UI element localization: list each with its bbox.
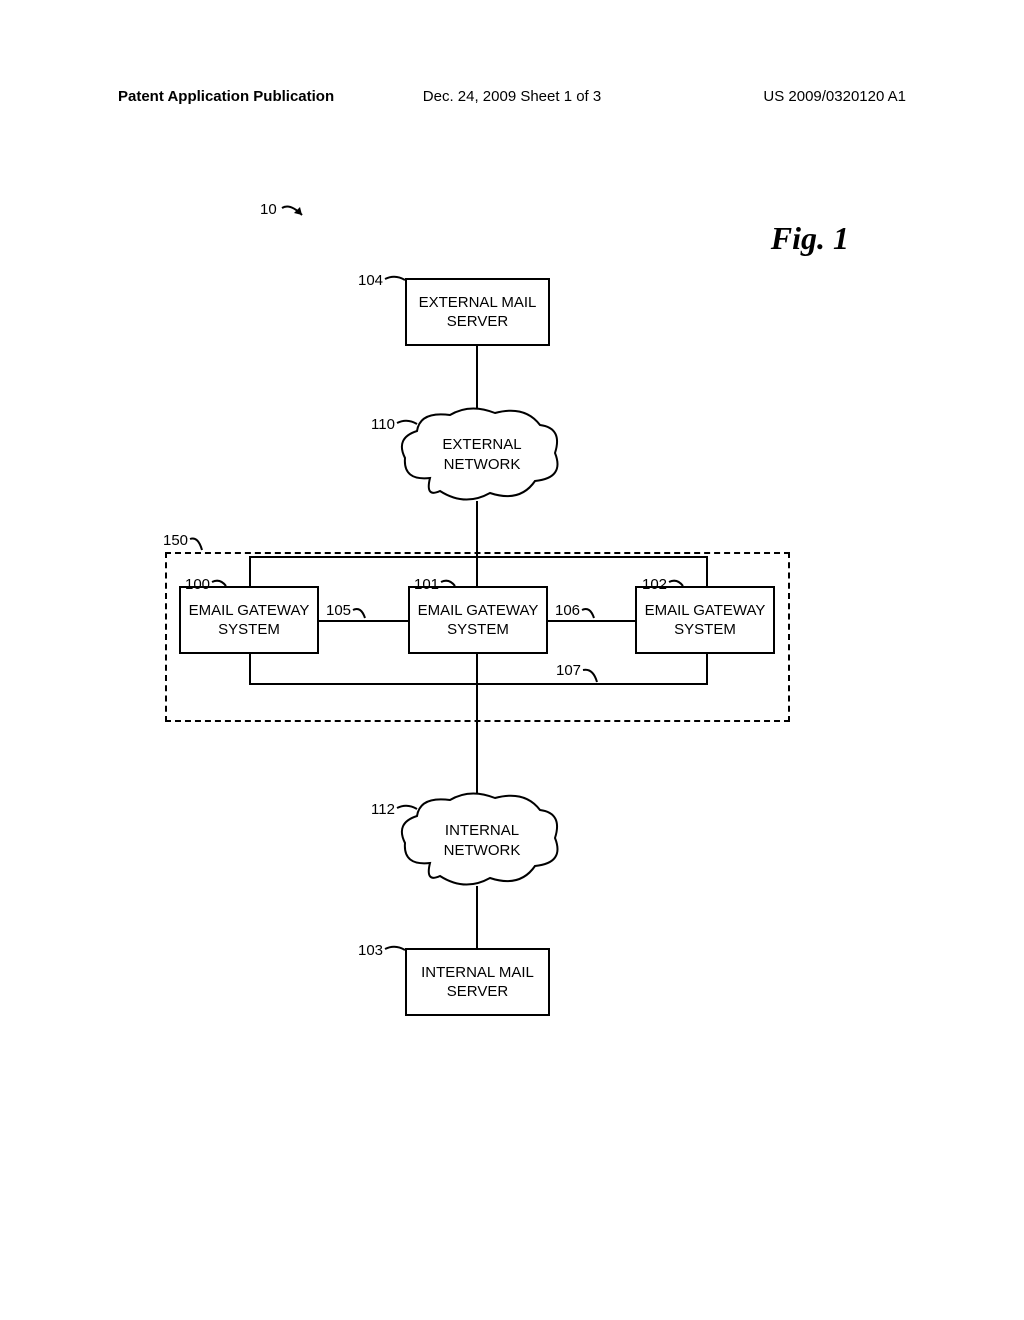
connector-line bbox=[476, 501, 478, 557]
callout-106 bbox=[580, 604, 600, 622]
external-mail-server-label: EXTERNAL MAIL SERVER bbox=[419, 293, 537, 332]
ref-label-102: 102 bbox=[642, 576, 667, 593]
header-patent-number: US 2009/0320120 A1 bbox=[763, 88, 906, 105]
external-mail-server-box: EXTERNAL MAIL SERVER bbox=[405, 278, 550, 346]
callout-150 bbox=[188, 532, 208, 554]
ref-label-106: 106 bbox=[555, 602, 580, 619]
ref-label-104: 104 bbox=[358, 272, 383, 289]
page-header: Patent Application Publication Dec. 24, … bbox=[0, 88, 1024, 105]
system-diagram: 10 EXTERNAL MAIL SERVER 104 EXTERNAL NET… bbox=[115, 198, 905, 1178]
ref-label-100: 100 bbox=[185, 576, 210, 593]
callout-112 bbox=[395, 801, 421, 817]
internal-mail-server-label: INTERNAL MAIL SERVER bbox=[421, 963, 534, 1002]
email-gateway-3-box: EMAIL GATEWAY SYSTEM bbox=[635, 586, 775, 654]
connector-line bbox=[706, 654, 708, 684]
connector-line bbox=[476, 346, 478, 410]
callout-107 bbox=[581, 664, 603, 686]
callout-100 bbox=[210, 576, 230, 590]
ref-label-105: 105 bbox=[326, 602, 351, 619]
ref-label-103: 103 bbox=[358, 942, 383, 959]
gateway-3-label: EMAIL GATEWAY SYSTEM bbox=[645, 601, 766, 640]
callout-103 bbox=[383, 942, 409, 958]
ref-label-107: 107 bbox=[556, 662, 581, 679]
callout-110 bbox=[395, 416, 421, 432]
email-gateway-2-box: EMAIL GATEWAY SYSTEM bbox=[408, 586, 548, 654]
ref-label-101: 101 bbox=[414, 576, 439, 593]
ref-label-10: 10 bbox=[260, 201, 277, 218]
callout-104 bbox=[383, 272, 409, 288]
connector-line bbox=[476, 654, 478, 684]
header-publication: Patent Application Publication bbox=[118, 88, 334, 105]
email-gateway-1-box: EMAIL GATEWAY SYSTEM bbox=[179, 586, 319, 654]
connector-line bbox=[249, 683, 708, 685]
callout-105 bbox=[351, 604, 371, 622]
connector-line bbox=[476, 683, 478, 795]
ref-label-150: 150 bbox=[163, 532, 188, 549]
connector-line bbox=[249, 654, 251, 684]
callout-arrow-10 bbox=[280, 201, 310, 226]
internal-mail-server-box: INTERNAL MAIL SERVER bbox=[405, 948, 550, 1016]
header-sheet-info: Dec. 24, 2009 Sheet 1 of 3 bbox=[423, 88, 601, 105]
callout-101 bbox=[439, 576, 459, 590]
gateway-2-label: EMAIL GATEWAY SYSTEM bbox=[418, 601, 539, 640]
connector-line bbox=[476, 886, 478, 948]
gateway-1-label: EMAIL GATEWAY SYSTEM bbox=[189, 601, 310, 640]
callout-102 bbox=[667, 576, 687, 590]
ref-label-112: 112 bbox=[371, 801, 395, 818]
ref-label-110: 110 bbox=[371, 416, 395, 433]
